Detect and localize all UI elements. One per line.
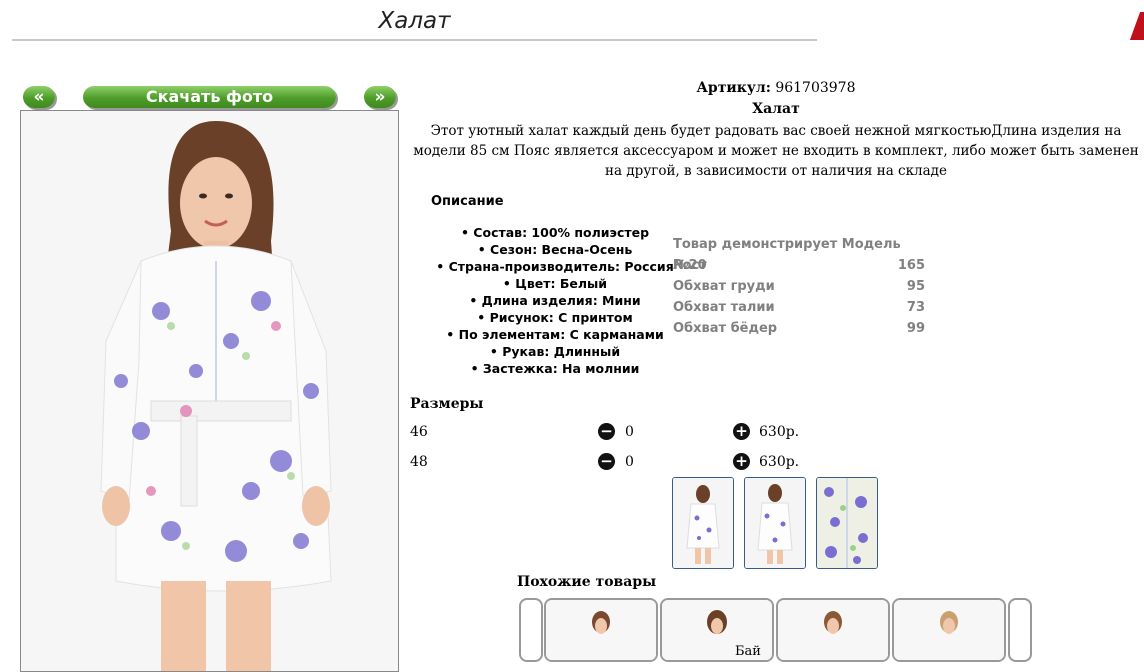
similar-product-card[interactable] xyxy=(776,598,890,662)
thumbnail-front-image xyxy=(673,478,733,568)
model-info-row: Обхват бёдер 99 xyxy=(673,321,925,336)
size-value: 48 xyxy=(410,454,428,470)
attribute-list: • Состав: 100% полиэстер • Сезон: Весна-… xyxy=(410,224,700,377)
plus-circle-icon[interactable]: + xyxy=(733,453,750,470)
attribute-item: • Рисунок: С принтом xyxy=(477,310,633,325)
size-row: 46 − 0 + 630р. xyxy=(410,423,810,443)
attribute-item: • Цвет: Белый xyxy=(502,276,608,291)
corner-logo-mark xyxy=(1129,12,1144,40)
model-info-row: Рост 165 xyxy=(673,258,925,273)
attribute-item: • Страна-производитель: Россия xyxy=(436,259,674,274)
next-photo-button[interactable]: » xyxy=(364,86,396,108)
model-info-row: Обхват талии 73 xyxy=(673,300,925,315)
similar-product-image xyxy=(894,600,1004,660)
minus-circle-icon[interactable]: − xyxy=(598,423,615,440)
attribute-item: • Рукав: Длинный xyxy=(489,344,621,359)
photo-thumbnail[interactable] xyxy=(816,477,878,569)
download-photo-button[interactable]: Скачать фото xyxy=(83,86,336,108)
attribute-item: • Сезон: Весна-Осень xyxy=(477,242,633,257)
price-value: 630р. xyxy=(759,424,800,440)
similar-product-image xyxy=(546,600,656,660)
similar-scroll-right[interactable] xyxy=(1008,598,1032,662)
photo-thumbnail[interactable] xyxy=(672,477,734,569)
similar-products-heading: Похожие товары xyxy=(517,574,657,590)
size-row: 48 − 0 + 630р. xyxy=(410,453,810,473)
article-value: 961703978 xyxy=(775,80,856,96)
size-value: 46 xyxy=(410,424,428,440)
product-description: Этот уютный халат каждый день будет радо… xyxy=(413,123,1139,179)
product-name: Халат xyxy=(752,101,800,117)
page-title: Халат xyxy=(378,8,451,34)
prev-photo-button[interactable]: « xyxy=(23,86,55,108)
attribute-item: • Состав: 100% полиэстер xyxy=(460,225,650,240)
article-label: Артикул: xyxy=(696,80,771,96)
title-divider xyxy=(12,39,817,41)
thumbnail-back-image xyxy=(745,478,805,568)
similar-product-card[interactable] xyxy=(544,598,658,662)
model-info-title: Товар демонстрирует Модель №20 xyxy=(673,237,901,273)
photo-thumbnail[interactable] xyxy=(744,477,806,569)
attribute-item: • Застежка: На молнии xyxy=(470,361,640,376)
article-line: Артикул: 961703978 xyxy=(408,80,1144,96)
attribute-item: • По элементам: С карманами xyxy=(446,327,664,342)
attribute-item: • Длина изделия: Мини xyxy=(469,293,641,308)
price-value: 630р. xyxy=(759,454,800,470)
minus-circle-icon[interactable]: − xyxy=(598,453,615,470)
description-heading: Описание xyxy=(431,194,504,209)
model-in-robe-image xyxy=(21,111,398,671)
thumbnail-fabric-image xyxy=(817,478,877,568)
model-info-row: Обхват груди 95 xyxy=(673,279,925,294)
plus-circle-icon[interactable]: + xyxy=(733,423,750,440)
similar-product-image xyxy=(778,600,888,660)
main-product-photo[interactable] xyxy=(20,110,399,672)
sizes-heading: Размеры xyxy=(410,396,484,412)
model-info-table: Товар демонстрирует Модель №20 Рост 165 О… xyxy=(673,234,925,339)
similar-product-card[interactable] xyxy=(892,598,1006,662)
quantity-value: 0 xyxy=(625,454,634,470)
similar-scroll-left[interactable] xyxy=(519,598,543,662)
quantity-value: 0 xyxy=(625,424,634,440)
